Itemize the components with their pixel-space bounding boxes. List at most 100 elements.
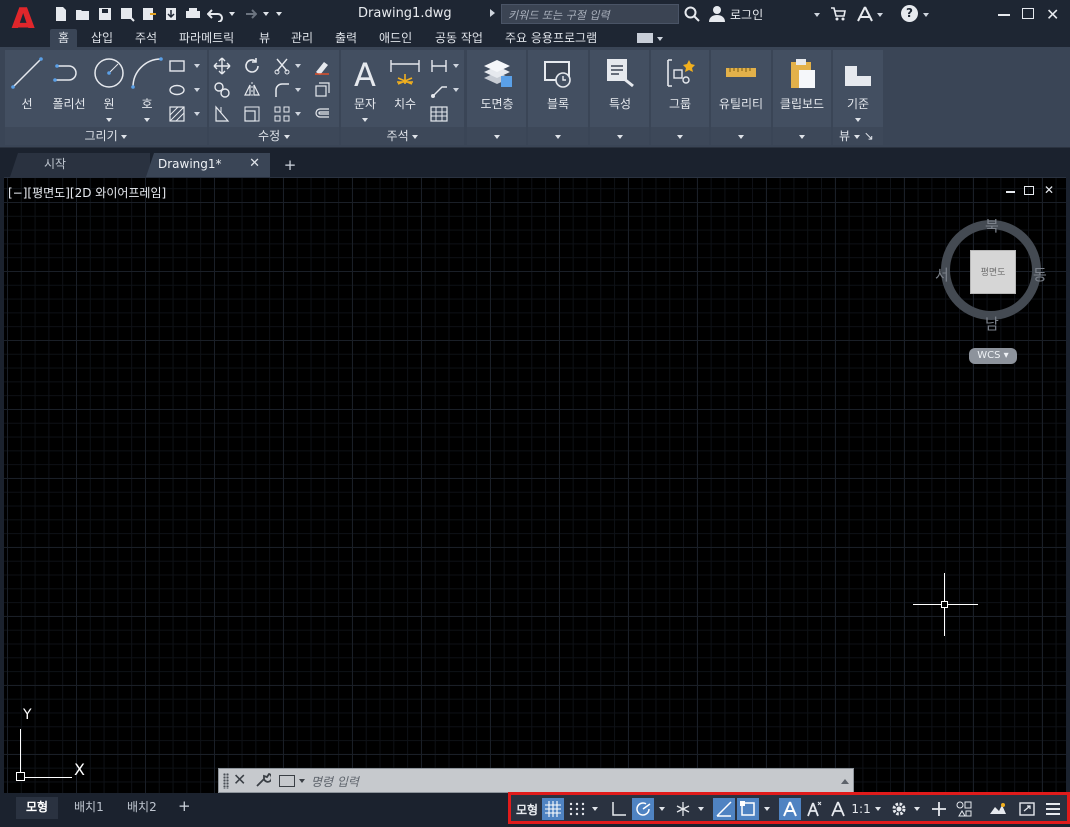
polar-dropdown-icon[interactable] xyxy=(656,798,668,820)
tab-start[interactable]: 시작 xyxy=(10,153,150,177)
a360-dropdown-icon[interactable] xyxy=(877,13,883,17)
groups-panel[interactable]: 그룹 xyxy=(651,50,709,145)
layers-dropdown-icon[interactable] xyxy=(467,127,526,145)
snap-dropdown-icon[interactable] xyxy=(589,798,601,820)
annotation-scale-icon[interactable] xyxy=(827,798,849,820)
close-icon[interactable]: ✕ xyxy=(1046,5,1059,24)
base-view-button[interactable]: 기준 xyxy=(837,62,879,126)
viewport-controls-label[interactable]: [−][평면도][2D 와이어프레임] xyxy=(8,184,166,201)
clean-screen-icon[interactable] xyxy=(1017,798,1037,820)
circle-dropdown-icon[interactable] xyxy=(106,117,112,122)
tab-manage[interactable]: 관리 xyxy=(283,29,321,48)
new-tab-icon[interactable]: + xyxy=(280,156,300,174)
rectangle-icon[interactable] xyxy=(168,57,186,75)
object-snap-dropdown-icon[interactable] xyxy=(761,798,773,820)
modify-panel-title[interactable]: 수정 xyxy=(209,127,339,145)
trim-icon[interactable] xyxy=(273,57,291,75)
dimension-button[interactable]: 치수 xyxy=(387,56,423,112)
viewport-close-icon[interactable]: ✕ xyxy=(1044,183,1054,197)
object-snap-icon[interactable] xyxy=(737,798,759,820)
ribbon-minimize-dropdown-icon[interactable] xyxy=(657,37,663,41)
workspace-gear-icon[interactable] xyxy=(889,798,909,820)
compass-south[interactable]: 남 xyxy=(985,313,999,334)
viewcube-face[interactable]: 평면도 xyxy=(970,250,1016,294)
layout-tab-model[interactable]: 모형 xyxy=(16,797,59,819)
utilities-panel[interactable]: 유틸리티 xyxy=(711,50,771,145)
command-line-expand-icon[interactable] xyxy=(841,779,849,784)
hatch-dropdown-icon[interactable] xyxy=(194,112,200,116)
customization-menu-icon[interactable] xyxy=(1043,798,1063,820)
tab-drawing1[interactable]: Drawing1* ✕ xyxy=(146,153,270,177)
tab-output[interactable]: 출력 xyxy=(327,29,365,48)
add-layout-icon[interactable]: + xyxy=(178,797,191,815)
layout-tab-layout2[interactable]: 배치2 xyxy=(117,797,167,819)
hardware-acceleration-icon[interactable] xyxy=(987,798,1009,820)
plot-icon[interactable] xyxy=(184,5,202,23)
scale-dropdown[interactable]: 1:1 xyxy=(851,798,881,820)
leader-icon[interactable] xyxy=(430,81,448,99)
annotation-monitor-icon[interactable] xyxy=(929,798,949,820)
tab-annotate[interactable]: 주석 xyxy=(127,29,165,48)
offset-icon[interactable] xyxy=(313,105,331,123)
linear-dimension-icon[interactable] xyxy=(430,57,448,75)
compass-north[interactable]: 북 xyxy=(985,215,999,236)
trim-dropdown-icon[interactable] xyxy=(295,64,301,68)
tab-view[interactable]: 뷰 xyxy=(251,29,278,48)
login-button[interactable]: 로그인 xyxy=(730,6,763,23)
scale-icon[interactable] xyxy=(243,105,261,123)
text-dropdown-icon[interactable] xyxy=(362,117,368,122)
polar-tracking-icon[interactable] xyxy=(632,798,654,820)
ortho-icon[interactable] xyxy=(609,798,629,820)
layout-tab-layout1[interactable]: 배치1 xyxy=(64,797,114,819)
ucs-origin-icon[interactable] xyxy=(16,772,25,781)
maximize-icon[interactable] xyxy=(1022,8,1034,19)
command-history-dropdown-icon[interactable] xyxy=(299,779,305,783)
clipboard-dropdown-icon[interactable] xyxy=(773,127,831,145)
cart-icon[interactable] xyxy=(830,6,846,25)
undo-dropdown-icon[interactable] xyxy=(228,5,236,23)
ellipse-icon[interactable] xyxy=(168,81,186,99)
properties-panel[interactable]: 특성 xyxy=(590,50,649,145)
annotation-panel-title[interactable]: 주석 xyxy=(341,127,464,145)
minimize-icon[interactable] xyxy=(998,14,1010,16)
compass-west[interactable]: 서 xyxy=(935,264,949,285)
rectangle-dropdown-icon[interactable] xyxy=(194,64,200,68)
command-history-icon[interactable] xyxy=(279,775,295,787)
snap-icon[interactable] xyxy=(567,798,587,820)
search-icon[interactable] xyxy=(684,6,700,25)
tab-close-icon[interactable]: ✕ xyxy=(249,153,260,175)
compass-east[interactable]: 동 xyxy=(1033,264,1047,285)
isodraft-icon[interactable] xyxy=(673,798,693,820)
undo-icon[interactable] xyxy=(206,5,224,23)
workspace-dropdown-icon[interactable] xyxy=(911,798,923,820)
rotate-icon[interactable] xyxy=(243,57,261,75)
command-line-customize-icon[interactable] xyxy=(255,772,273,791)
redo-icon[interactable] xyxy=(240,5,258,23)
command-line-close-icon[interactable]: ✕ xyxy=(233,770,246,789)
open-web-icon[interactable] xyxy=(140,5,158,23)
help-icon[interactable]: ? xyxy=(901,5,918,22)
ribbon-minimize-icon[interactable] xyxy=(637,33,653,43)
layers-panel[interactable]: 도면층 xyxy=(467,50,526,145)
line-button[interactable]: 선 xyxy=(9,56,45,112)
user-icon[interactable] xyxy=(708,5,726,26)
drawing-canvas[interactable]: [−][평면도][2D 와이어프레임] ✕ 평면도 북 남 동 서 WCS ▾ … xyxy=(4,177,1066,793)
customize-qat-icon[interactable] xyxy=(274,5,284,23)
arc-button[interactable]: 호 xyxy=(129,56,165,126)
command-input[interactable]: 명령 입력 xyxy=(311,773,359,790)
linear-dimension-dropdown-icon[interactable] xyxy=(453,64,459,68)
utilities-dropdown-icon[interactable] xyxy=(711,127,771,145)
auto-scale-icon[interactable] xyxy=(803,798,825,820)
model-space-toggle[interactable]: 모형 xyxy=(513,798,541,820)
save-web-icon[interactable] xyxy=(162,5,180,23)
mirror-icon[interactable] xyxy=(243,81,261,99)
save-icon[interactable] xyxy=(96,5,114,23)
grid-icon[interactable] xyxy=(542,798,564,820)
hatch-icon[interactable] xyxy=(168,105,186,123)
tab-parametric[interactable]: 파라메트릭 xyxy=(171,29,242,48)
isolate-objects-icon[interactable] xyxy=(953,798,975,820)
open-file-icon[interactable] xyxy=(74,5,92,23)
tab-home[interactable]: 홈 xyxy=(50,29,78,48)
login-dropdown-icon[interactable] xyxy=(814,13,820,17)
groups-dropdown-icon[interactable] xyxy=(651,127,709,145)
